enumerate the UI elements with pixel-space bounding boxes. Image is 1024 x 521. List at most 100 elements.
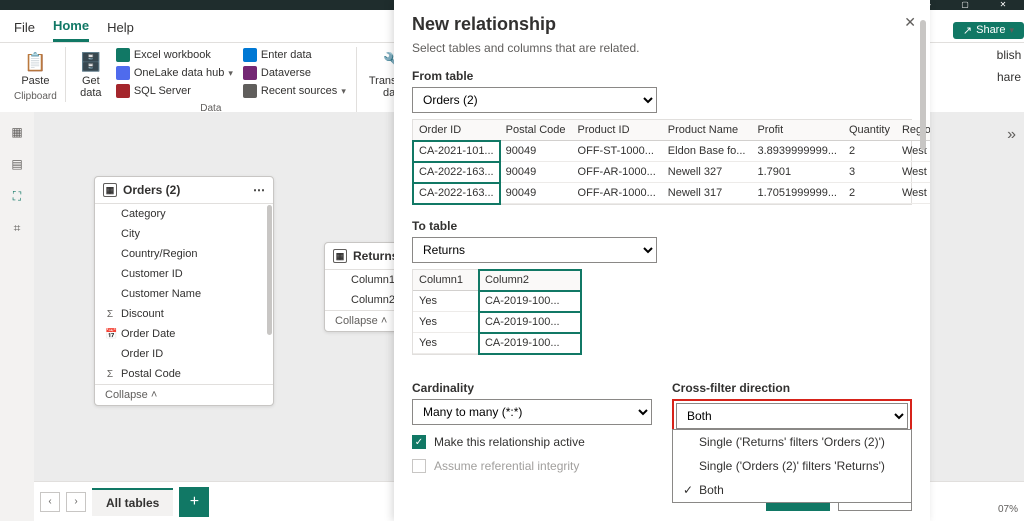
tab-home[interactable]: Home: [53, 18, 89, 42]
crossfilter-option[interactable]: Single ('Orders (2)' filters 'Returns'): [673, 454, 911, 478]
field-type-icon: Σ: [105, 369, 115, 380]
field-label: Order ID: [121, 348, 163, 360]
dataverse-icon: [243, 66, 257, 80]
table-title: Orders (2): [123, 183, 180, 197]
table-row: YesCA-2019-100...: [413, 291, 581, 312]
tab-help[interactable]: Help: [107, 20, 134, 41]
table-cell: CA-2019-100...: [479, 312, 581, 333]
field-item[interactable]: Country/Region: [95, 244, 273, 264]
dialog-subtitle: Select tables and columns that are relat…: [412, 41, 912, 55]
enter-data-button[interactable]: Enter data: [241, 47, 348, 63]
crossfilter-option[interactable]: Single ('Returns' filters 'Orders (2)'): [673, 430, 911, 454]
data-icon: 🗄️: [78, 49, 104, 75]
field-label: Customer Name: [121, 288, 201, 300]
sql-server-button[interactable]: SQL Server: [114, 83, 235, 99]
recent-sources-button[interactable]: Recent sources ▾: [241, 83, 348, 99]
crossfilter-select[interactable]: Both: [676, 403, 908, 429]
dialog-scrollbar[interactable]: [920, 20, 926, 150]
table-row: CA-2022-163...90049OFF-AR-1000...Newell …: [413, 183, 930, 204]
field-item[interactable]: Category: [95, 204, 273, 224]
layout-tab-all-tables[interactable]: All tables: [92, 488, 173, 516]
excel-icon: [116, 48, 130, 62]
dialog-title: New relationship: [412, 14, 912, 35]
to-table-select[interactable]: Returns: [412, 237, 657, 263]
share-button[interactable]: ↗ Share ▾: [953, 22, 1024, 39]
table-cell: CA-2022-163...: [413, 183, 500, 204]
table-card-orders[interactable]: ▦ Orders (2) ⋯ Category City Country/Region…: [94, 176, 274, 406]
table-cell: Yes: [413, 333, 479, 354]
make-active-checkbox[interactable]: ✓ Make this relationship active: [412, 435, 652, 449]
recent-label: Recent sources: [261, 85, 337, 97]
sql-label: SQL Server: [134, 85, 191, 97]
close-icon[interactable]: ✕: [904, 14, 916, 31]
cardinality-select[interactable]: Many to many (*:*): [412, 399, 652, 425]
field-item[interactable]: Customer Name: [95, 284, 273, 304]
crossfilter-option[interactable]: Both: [673, 478, 911, 502]
get-data-label: Get data: [80, 75, 101, 99]
chevron-down-icon: ▾: [341, 86, 346, 97]
field-label: Postal Code: [121, 368, 181, 380]
new-relationship-dialog: New relationship ✕ Select tables and col…: [394, 0, 930, 521]
enter-data-label: Enter data: [261, 49, 312, 61]
column-header[interactable]: Order ID: [413, 120, 500, 141]
paste-button[interactable]: 📋 Paste: [17, 47, 53, 89]
dax-view-button[interactable]: ⌗: [7, 218, 27, 238]
more-icon[interactable]: ⋯: [253, 183, 265, 197]
share-icon: ↗: [963, 24, 972, 37]
share-label: Share: [976, 24, 1005, 36]
onelake-button[interactable]: OneLake data hub▾: [114, 65, 235, 81]
table-cell: CA-2022-163...: [413, 162, 500, 183]
table-cell: OFF-ST-1000...: [572, 141, 662, 162]
field-item[interactable]: City: [95, 224, 273, 244]
field-label: Category: [121, 208, 166, 220]
table-cell: Eldon Base fo...: [662, 141, 752, 162]
group-clipboard: 📋 Paste Clipboard: [6, 47, 66, 102]
crossfilter-dropdown: Single ('Returns' filters 'Orders (2)') …: [672, 429, 912, 503]
table-row: CA-2021-101...90049OFF-ST-1000...Eldon B…: [413, 141, 930, 162]
model-view-button[interactable]: ⛶: [7, 186, 27, 206]
table-title: Returns: [353, 249, 398, 263]
data-view-button[interactable]: ▤: [7, 154, 27, 174]
table-icon: ▦: [103, 183, 117, 197]
assume-ref-label: Assume referential integrity: [434, 459, 579, 473]
dataverse-button[interactable]: Dataverse: [241, 65, 348, 81]
column-header[interactable]: Product Name: [662, 120, 752, 141]
recent-icon: [243, 84, 257, 98]
onelake-label: OneLake data hub: [134, 67, 225, 79]
excel-workbook-button[interactable]: Excel workbook: [114, 47, 235, 63]
crossfilter-label: Cross-filter direction: [672, 381, 912, 395]
table-cell: CA-2019-100...: [479, 333, 581, 354]
cardinality-label: Cardinality: [412, 381, 652, 395]
maximize-icon[interactable]: ▢: [950, 0, 980, 10]
field-item[interactable]: 📅Order Date: [95, 324, 273, 344]
from-table-select[interactable]: Orders (2): [412, 87, 657, 113]
column-header[interactable]: Column1: [413, 270, 479, 291]
field-item[interactable]: Order ID: [95, 344, 273, 364]
scrollbar[interactable]: [267, 205, 272, 335]
table-cell: OFF-AR-1000...: [572, 183, 662, 204]
column-header[interactable]: Postal Code: [500, 120, 572, 141]
tab-file[interactable]: File: [14, 20, 35, 41]
table-cell: CA-2021-101...: [413, 141, 500, 162]
column-header[interactable]: Column2: [479, 270, 581, 291]
add-layout-button[interactable]: +: [179, 487, 209, 517]
column-header[interactable]: Product ID: [572, 120, 662, 141]
collapse-button[interactable]: Collapse ˄: [95, 384, 273, 405]
column-header[interactable]: Quantity: [843, 120, 896, 141]
column-header[interactable]: Profit: [751, 120, 843, 141]
field-item[interactable]: ΣDiscount: [95, 304, 273, 324]
table-cell: Yes: [413, 291, 479, 312]
prev-tab-button[interactable]: ‹: [40, 492, 60, 512]
field-item[interactable]: Σ Postal Code: [95, 364, 273, 384]
expand-pane-icon[interactable]: »: [1007, 126, 1016, 144]
chevron-up-icon: ˄: [381, 315, 387, 327]
close-window-icon[interactable]: ✕: [988, 0, 1018, 10]
table-cell: 3: [843, 162, 896, 183]
field-label: Column1: [351, 274, 395, 286]
field-item[interactable]: Customer ID: [95, 264, 273, 284]
table-row: YesCA-2019-100...: [413, 312, 581, 333]
report-view-button[interactable]: ▦: [7, 122, 27, 142]
get-data-button[interactable]: 🗄️ Get data: [74, 47, 108, 101]
field-label: Country/Region: [121, 248, 197, 260]
next-tab-button[interactable]: ›: [66, 492, 86, 512]
